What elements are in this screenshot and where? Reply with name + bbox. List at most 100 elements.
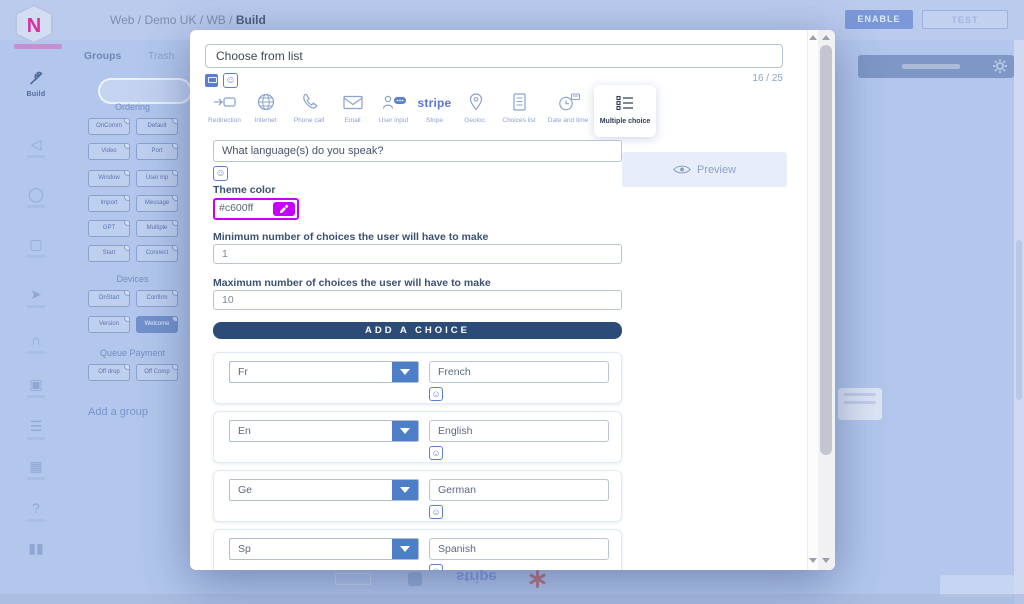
eye-icon	[673, 164, 691, 175]
scroll-down-icon[interactable]	[822, 558, 830, 563]
emoji-picker-icon[interactable]: ☺	[429, 446, 443, 460]
tab-email[interactable]: Email	[332, 85, 373, 124]
char-counter: 16 / 25	[640, 73, 783, 84]
node-box[interactable]: Start	[88, 245, 130, 262]
sidebar-item-build[interactable]: Build	[0, 70, 72, 98]
canvas-node-card[interactable]	[838, 388, 882, 420]
page-scrollbar-thumb[interactable]	[1016, 240, 1022, 400]
preview-button[interactable]: Preview	[622, 152, 787, 187]
choice-label-input[interactable]	[429, 479, 609, 501]
sidebar-item-6[interactable]: ∩	[0, 332, 72, 354]
node-box[interactable]: Off Comp	[136, 364, 178, 381]
breadcrumb[interactable]: Web / Demo UK / WB / Build	[110, 13, 266, 27]
node-box[interactable]: OnComm	[88, 118, 130, 135]
chevron-down-icon[interactable]	[392, 362, 418, 382]
sidebar: Build ◁ ◯ ▢ ➤ ∩ ▣ ☰ ▦ ? ▮▮	[0, 40, 72, 604]
choice-label-input[interactable]	[429, 538, 609, 560]
scroll-up-icon[interactable]	[809, 35, 817, 40]
sidebar-item-9[interactable]: ▦	[0, 458, 72, 480]
sidebar-item-8[interactable]: ☰	[0, 418, 72, 440]
block-name-input[interactable]	[205, 44, 783, 68]
node-box[interactable]: OnStart	[88, 290, 130, 307]
tab-user-input[interactable]: User input	[373, 85, 414, 124]
block-editor-modal: ☺ 16 / 25 Redirection Internet Phone cal…	[190, 30, 835, 570]
test-button[interactable]: TEST	[922, 10, 1008, 29]
node-box[interactable]: Off drop	[88, 364, 130, 381]
reflection-rect	[335, 573, 371, 585]
sidebar-item-5[interactable]: ➤	[0, 286, 72, 308]
tab-date-and-time[interactable]: Date and time	[542, 85, 594, 124]
node-box[interactable]: Confirm	[136, 290, 178, 307]
node-box[interactable]: Message	[136, 195, 178, 212]
node-box[interactable]: Connect	[136, 245, 178, 262]
add-group-button[interactable]: Add a group	[88, 406, 148, 418]
sidebar-item-7[interactable]: ▣	[0, 376, 72, 398]
add-choice-button[interactable]: ADD A CHOICE	[213, 322, 622, 339]
envelope-icon	[332, 92, 373, 114]
choice-code-select[interactable]: Sp	[229, 538, 419, 560]
tab-phone-call[interactable]: Phone call	[286, 85, 332, 124]
sidebar-item-4[interactable]: ▢	[0, 236, 72, 258]
max-choices-input[interactable]	[213, 290, 622, 310]
node-box[interactable]: Version	[88, 316, 130, 333]
tab-geoloc[interactable]: Geoloc.	[455, 85, 496, 124]
map-pin-icon	[455, 92, 496, 114]
toolbar-text-smudge	[902, 64, 960, 69]
emoji-picker-icon[interactable]: ☺	[213, 166, 228, 181]
tab-trash[interactable]: Trash	[148, 50, 174, 62]
checklist-icon	[594, 93, 656, 115]
modal-scrollbar-thumb[interactable]	[820, 45, 832, 455]
node-box[interactable]: Port	[136, 143, 178, 160]
choice-code-select[interactable]: Ge	[229, 479, 419, 501]
node-box[interactable]: GPT	[88, 220, 130, 237]
question-input[interactable]	[213, 140, 622, 162]
page-scrollbar[interactable]	[1014, 40, 1024, 604]
sidebar-item-label: Build	[0, 91, 72, 98]
group-section-title: Queue Payment	[72, 348, 193, 358]
choice-code-select[interactable]: En	[229, 420, 419, 442]
theme-color-input[interactable]	[219, 202, 271, 214]
tab-groups[interactable]: Groups	[84, 50, 121, 62]
tab-internet[interactable]: Internet	[245, 85, 286, 124]
scroll-up-icon[interactable]	[822, 35, 830, 40]
choice-label-input[interactable]	[429, 361, 609, 383]
emoji-picker-icon[interactable]: ☺	[429, 505, 443, 519]
sidebar-item-2[interactable]: ◁	[0, 136, 72, 158]
min-choices-input[interactable]	[213, 244, 622, 264]
node-box[interactable]: Window	[88, 170, 130, 187]
emoji-picker-icon[interactable]: ☺	[429, 387, 443, 401]
tab-redirection[interactable]: Redirection	[204, 85, 245, 124]
user-chat-icon	[373, 92, 414, 114]
gear-icon[interactable]	[993, 59, 1007, 73]
modal-content-scrollbar[interactable]	[807, 30, 818, 570]
chevron-down-icon[interactable]	[392, 421, 418, 441]
megaphone-icon: ◁	[0, 136, 72, 152]
choice-code-select[interactable]: Fr	[229, 361, 419, 383]
modal-scrollbar[interactable]	[818, 30, 835, 570]
emoji-picker-icon[interactable]: ☺	[429, 564, 443, 570]
group-search-input[interactable]	[98, 78, 192, 104]
enable-button[interactable]: ENABLE	[845, 10, 913, 29]
node-box[interactable]: User inp	[136, 170, 178, 187]
choice-label-input[interactable]	[429, 420, 609, 442]
canvas-toolbar[interactable]	[858, 55, 1014, 78]
scroll-down-icon[interactable]	[809, 558, 817, 563]
tab-multiple-choice[interactable]: Multiple choice	[594, 85, 656, 137]
node-box[interactable]: Video	[88, 143, 130, 160]
sidebar-item-help[interactable]: ?	[0, 500, 72, 522]
chevron-down-icon[interactable]	[392, 480, 418, 500]
sidebar-item-10[interactable]: ▮▮	[0, 540, 72, 556]
image-icon: ▣	[0, 376, 72, 392]
node-box[interactable]: Import	[88, 195, 130, 212]
help-icon: ?	[0, 500, 72, 516]
rows-icon: ☰	[0, 418, 72, 434]
node-box[interactable]: Default	[136, 118, 178, 135]
node-box-selected[interactable]: Welcome	[136, 316, 178, 333]
tab-stripe[interactable]: stripe Stripe	[414, 85, 455, 124]
tab-choices-list[interactable]: Choices list	[496, 85, 542, 124]
sidebar-item-3[interactable]: ◯	[0, 186, 72, 208]
min-choices-label: Minimum number of choices the user will …	[213, 231, 488, 243]
color-picker-button[interactable]	[273, 202, 295, 216]
chevron-down-icon[interactable]	[392, 539, 418, 559]
node-box[interactable]: Multiple	[136, 220, 178, 237]
